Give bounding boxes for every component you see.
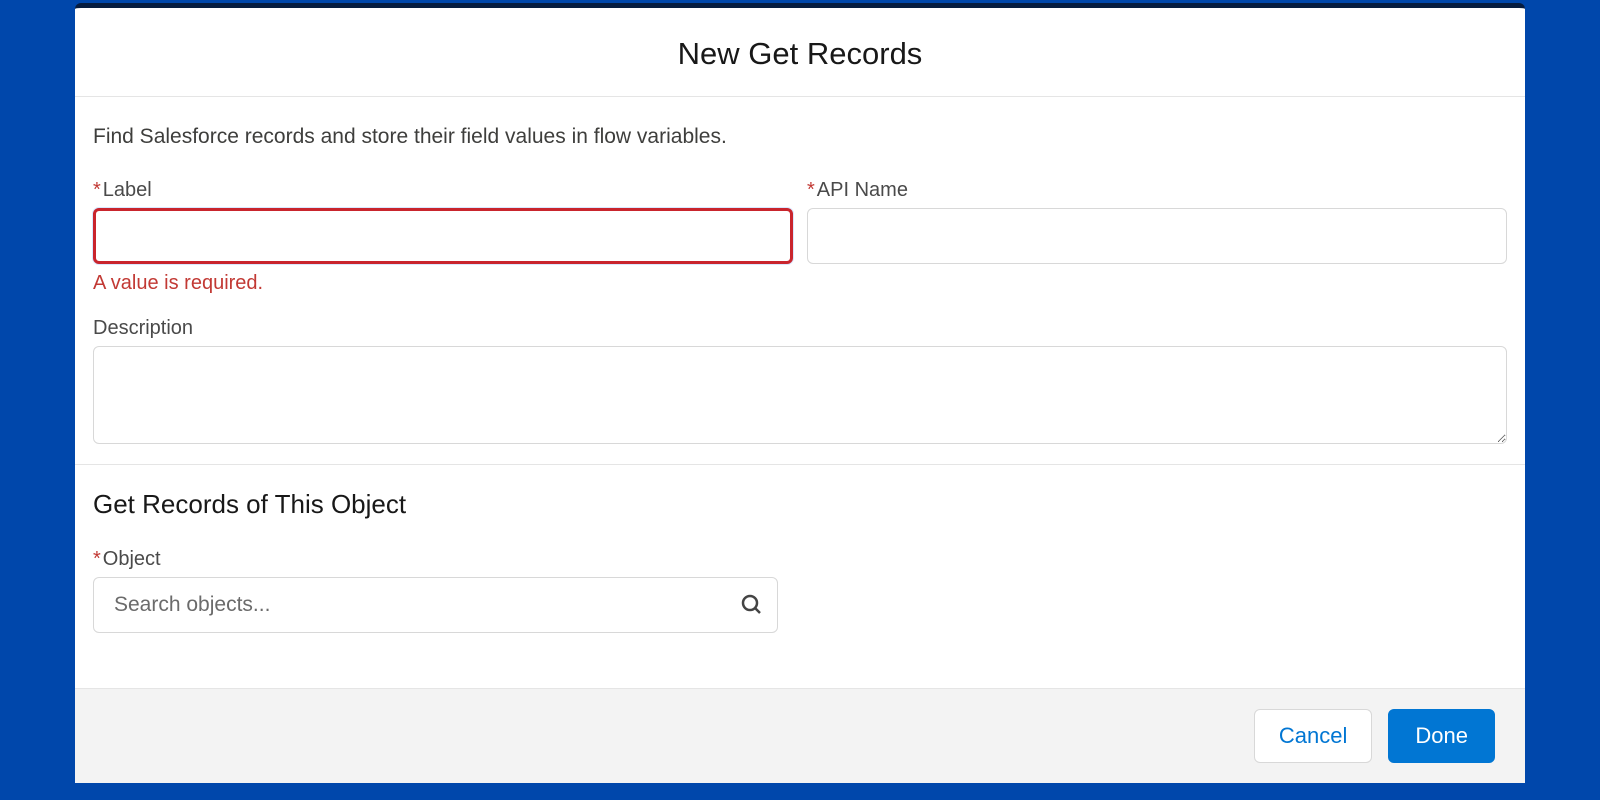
cancel-button[interactable]: Cancel	[1254, 709, 1372, 763]
done-button[interactable]: Done	[1388, 709, 1495, 763]
description-field-label: Description	[93, 317, 1507, 340]
modal-title: New Get Records	[75, 36, 1525, 72]
modal-header: New Get Records	[75, 8, 1525, 97]
api-name-input[interactable]	[807, 208, 1507, 264]
object-group: *Object	[93, 548, 1507, 633]
required-asterisk: *	[93, 179, 101, 201]
label-text: Label	[103, 179, 152, 201]
label-input[interactable]	[93, 208, 793, 264]
section-title: Get Records of This Object	[93, 489, 1507, 520]
object-search-wrapper	[93, 577, 778, 633]
new-get-records-modal: New Get Records Find Salesforce records …	[75, 3, 1525, 783]
modal-body: Find Salesforce records and store their …	[75, 97, 1525, 688]
object-text: Object	[103, 548, 161, 570]
object-search-input[interactable]	[93, 577, 778, 633]
api-name-group: *API Name	[807, 179, 1507, 295]
api-name-text: API Name	[817, 179, 908, 201]
api-name-field-label: *API Name	[807, 179, 1507, 202]
section-divider	[75, 464, 1525, 465]
label-field-label: *Label	[93, 179, 793, 202]
required-asterisk: *	[93, 548, 101, 570]
description-group: Description	[93, 317, 1507, 444]
required-asterisk: *	[807, 179, 815, 201]
object-field-label: *Object	[93, 548, 1507, 571]
intro-text: Find Salesforce records and store their …	[93, 125, 1507, 149]
description-input[interactable]	[93, 346, 1507, 444]
modal-footer: Cancel Done	[75, 688, 1525, 783]
label-group: *Label A value is required.	[93, 179, 793, 295]
label-error-message: A value is required.	[93, 272, 793, 295]
form-row-label-api: *Label A value is required. *API Name	[93, 179, 1507, 295]
